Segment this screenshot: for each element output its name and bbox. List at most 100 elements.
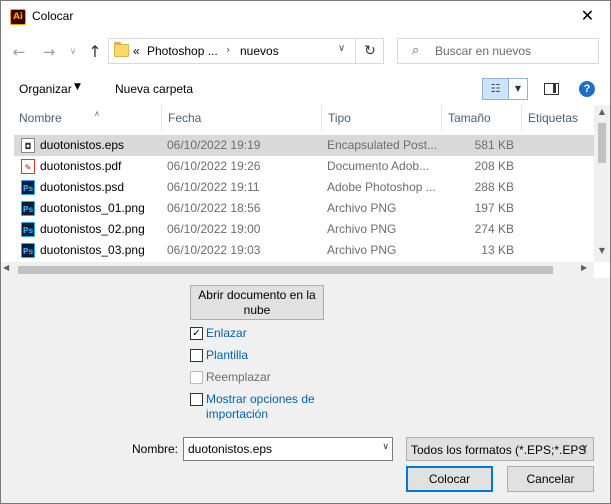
file-rows: ◘ duotonistos.eps 06/10/2022 19:19 Encapsul… bbox=[14, 135, 595, 261]
table-row[interactable]: Ps duotonistos_02.png 06/10/2022 19:00 Arch… bbox=[14, 219, 595, 240]
folder-icon bbox=[114, 42, 129, 57]
place-button[interactable]: Colocar bbox=[406, 466, 493, 492]
window-title: Colocar bbox=[32, 9, 74, 23]
file-type: Archivo PNG bbox=[327, 201, 397, 215]
import-options-label[interactable]: Mostrar opciones de importación bbox=[206, 392, 330, 422]
file-name[interactable]: duotonistos_03.png bbox=[40, 240, 168, 261]
refresh-icon[interactable]: ↻ bbox=[355, 39, 384, 63]
column-header-type[interactable]: Tipo bbox=[322, 105, 442, 131]
chevron-down-icon[interactable]: ∨ bbox=[382, 442, 389, 452]
file-date: 06/10/2022 19:19 bbox=[167, 138, 261, 152]
replace-checkbox bbox=[190, 371, 203, 384]
vertical-scrollbar[interactable]: ▲ ▼ bbox=[594, 105, 610, 262]
file-name[interactable]: duotonistos.psd bbox=[40, 177, 168, 198]
ps-file-icon: Ps bbox=[21, 222, 35, 237]
template-checkbox[interactable] bbox=[190, 349, 203, 362]
file-name[interactable]: duotonistos.eps bbox=[40, 135, 168, 156]
search-input[interactable] bbox=[435, 39, 595, 63]
file-size: 208 KB bbox=[474, 159, 514, 173]
caret-down-icon[interactable]: ▼ bbox=[74, 82, 81, 92]
breadcrumb-item-nuevos[interactable]: nuevos bbox=[240, 44, 279, 58]
scroll-left-arrow-icon[interactable]: ◀ bbox=[3, 263, 9, 272]
ps-file-icon: Ps bbox=[21, 180, 35, 195]
cancel-button[interactable]: Cancelar bbox=[507, 466, 594, 492]
column-header-name[interactable]: Nombre ∧ bbox=[13, 105, 162, 131]
ps-file-icon: Ps bbox=[21, 243, 35, 258]
import-options-option[interactable]: Mostrar opciones de importación bbox=[190, 392, 330, 424]
close-button[interactable]: ✕ bbox=[565, 1, 610, 31]
file-type: Encapsulated Post... bbox=[327, 138, 438, 152]
forward-arrow-icon[interactable]: → bbox=[39, 42, 59, 62]
vertical-scroll-thumb[interactable] bbox=[598, 123, 606, 163]
column-header-row: Nombre ∧ Fecha Tipo Tamaño Etiquetas bbox=[1, 105, 594, 131]
breadcrumb-item-photoshop[interactable]: Photoshop ... bbox=[147, 44, 218, 58]
file-name[interactable]: duotonistos.pdf bbox=[40, 156, 168, 177]
breadcrumb-overflow[interactable]: « bbox=[133, 44, 140, 58]
file-date: 06/10/2022 19:03 bbox=[167, 243, 261, 257]
link-label[interactable]: Enlazar bbox=[206, 326, 247, 341]
horizontal-scrollbar[interactable]: ◀ ▶ bbox=[1, 262, 594, 278]
chevron-down-icon[interactable]: ∨ bbox=[581, 443, 588, 453]
column-header-size[interactable]: Tamaño bbox=[442, 105, 522, 131]
preview-pane-icon[interactable] bbox=[544, 83, 559, 95]
address-dropdown-chevron-icon[interactable]: ∨ bbox=[338, 43, 345, 54]
table-row[interactable]: ◘ duotonistos.eps 06/10/2022 19:19 Encapsul… bbox=[14, 135, 595, 156]
recent-locations-chevron-icon[interactable]: ∨ bbox=[63, 42, 83, 62]
file-name[interactable]: duotonistos_01.png bbox=[40, 198, 168, 219]
title-bar: Ai Colocar ✕ bbox=[1, 1, 610, 33]
file-type: Archivo PNG bbox=[327, 243, 397, 257]
file-date: 06/10/2022 18:56 bbox=[167, 201, 261, 215]
table-row[interactable]: ✎ duotonistos.pdf 06/10/2022 19:26 Document… bbox=[14, 156, 595, 177]
file-name[interactable]: duotonistos_02.png bbox=[40, 219, 168, 240]
filename-input[interactable] bbox=[184, 438, 374, 460]
file-size: 197 KB bbox=[474, 201, 514, 215]
command-toolbar: Organizar ▼ Nueva carpeta ☷ ▼ ? bbox=[1, 73, 610, 105]
file-date: 06/10/2022 19:26 bbox=[167, 159, 261, 173]
file-type-filter-value: Todos los formatos (*.EPS;*.EPS bbox=[411, 443, 587, 457]
details-view-icon[interactable]: ☷ bbox=[482, 78, 509, 100]
view-options-caret-icon[interactable]: ▼ bbox=[509, 78, 528, 100]
search-icon: ⌕ bbox=[412, 43, 420, 58]
template-label[interactable]: Plantilla bbox=[206, 348, 248, 363]
scroll-right-arrow-icon[interactable]: ▶ bbox=[581, 263, 587, 272]
ps-file-icon: Ps bbox=[21, 201, 35, 216]
new-folder-button[interactable]: Nueva carpeta bbox=[115, 82, 193, 96]
import-options-checkbox[interactable] bbox=[190, 393, 203, 406]
organize-button[interactable]: Organizar bbox=[19, 82, 72, 96]
column-header-tags[interactable]: Etiquetas bbox=[522, 105, 594, 131]
place-dialog: Ai Colocar ✕ ← → ∨ ↑ « Photoshop ... › n… bbox=[0, 0, 611, 504]
address-bar[interactable]: « Photoshop ... › nuevos ∨ ↻ bbox=[108, 38, 384, 64]
file-date: 06/10/2022 19:11 bbox=[167, 180, 260, 194]
replace-label: Reemplazar bbox=[206, 370, 271, 384]
scroll-down-arrow-icon[interactable]: ▼ bbox=[594, 246, 610, 260]
file-list: Nombre ∧ Fecha Tipo Tamaño Etiquetas ◘ du… bbox=[1, 105, 610, 278]
scroll-up-arrow-icon[interactable]: ▲ bbox=[594, 107, 610, 121]
file-size: 13 KB bbox=[481, 243, 514, 257]
sort-ascending-icon: ∧ bbox=[94, 109, 100, 118]
filename-label: Nombre: bbox=[132, 442, 179, 456]
file-size: 581 KB bbox=[474, 138, 514, 152]
back-arrow-icon[interactable]: ← bbox=[9, 42, 29, 62]
file-type-filter-select[interactable]: Todos los formatos (*.EPS;*.EPS ∨ bbox=[406, 437, 594, 461]
file-type: Archivo PNG bbox=[327, 222, 397, 236]
table-row[interactable]: Ps duotonistos_03.png 06/10/2022 19:03 Arch… bbox=[14, 240, 595, 261]
up-arrow-icon[interactable]: ↑ bbox=[85, 42, 105, 62]
file-type: Adobe Photoshop ... bbox=[327, 180, 436, 194]
navigation-bar: ← → ∨ ↑ « Photoshop ... › nuevos ∨ ↻ ⌕ bbox=[1, 33, 610, 73]
horizontal-scroll-thumb[interactable] bbox=[18, 266, 553, 274]
filename-combobox[interactable]: ∨ bbox=[183, 437, 393, 461]
table-row[interactable]: Ps duotonistos.psd 06/10/2022 19:11 Adobe P… bbox=[14, 177, 595, 198]
file-type: Documento Adob... bbox=[327, 159, 430, 173]
file-size: 288 KB bbox=[474, 180, 514, 194]
illustrator-app-icon: Ai bbox=[10, 9, 26, 25]
link-checkbox[interactable]: ✓ bbox=[190, 327, 203, 340]
chevron-right-icon[interactable]: › bbox=[226, 43, 230, 56]
column-header-date[interactable]: Fecha bbox=[162, 105, 322, 131]
help-icon[interactable]: ? bbox=[579, 81, 595, 97]
file-date: 06/10/2022 19:00 bbox=[167, 222, 261, 236]
open-cloud-document-button[interactable]: Abrir documento en la nube bbox=[190, 285, 324, 320]
eps-file-icon: ◘ bbox=[21, 138, 35, 153]
search-box[interactable]: ⌕ bbox=[397, 38, 599, 64]
pdf-file-icon: ✎ bbox=[21, 159, 35, 174]
table-row[interactable]: Ps duotonistos_01.png 06/10/2022 18:56 Arch… bbox=[14, 198, 595, 219]
